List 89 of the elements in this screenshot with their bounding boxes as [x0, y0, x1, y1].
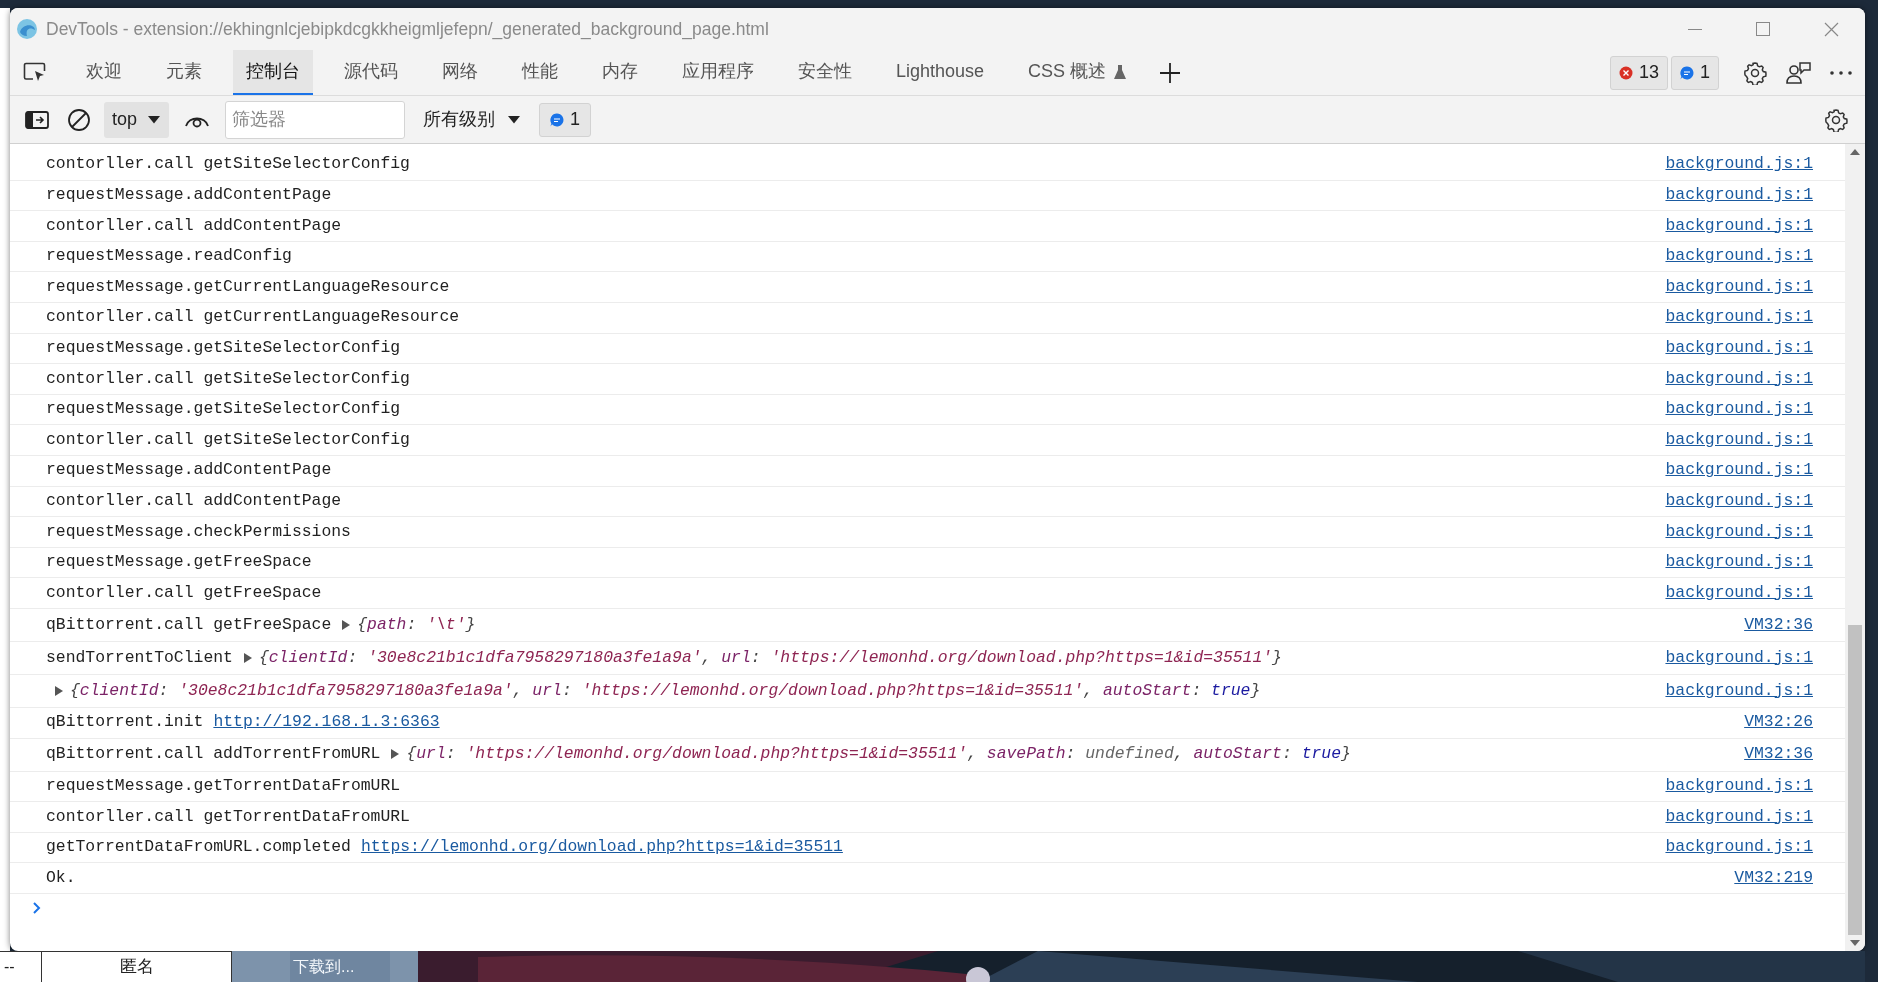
- tab[interactable]: 控制台: [233, 50, 313, 95]
- tab[interactable]: CSS 概述: [1015, 50, 1140, 95]
- source-link[interactable]: background.js:1: [1665, 489, 1813, 514]
- tab[interactable]: 安全性: [785, 50, 865, 95]
- source-link[interactable]: background.js:1: [1665, 183, 1813, 208]
- levels-dropdown[interactable]: 所有级别: [413, 101, 532, 138]
- log-message: contorller.call getSiteSelectorConfig: [46, 367, 410, 390]
- filter-field[interactable]: 筛选器: [225, 100, 406, 139]
- scroll-down-icon[interactable]: [1849, 939, 1861, 947]
- source-link[interactable]: background.js:1: [1665, 397, 1813, 422]
- table-cell: --: [0, 951, 42, 982]
- errors-badge[interactable]: 13: [1609, 55, 1668, 90]
- flask-icon: [1114, 63, 1127, 80]
- expand-icon[interactable]: [242, 651, 253, 664]
- log-message: requestMessage.getTorrentDataFromURL: [46, 775, 401, 797]
- context-dropdown[interactable]: top: [104, 101, 170, 138]
- tab[interactable]: 内存: [589, 50, 651, 95]
- maximize-icon[interactable]: [1756, 22, 1770, 36]
- source-link[interactable]: background.js:1: [1665, 645, 1813, 671]
- scroll-up-icon[interactable]: [1849, 148, 1861, 156]
- log-message: contorller.call addContentPage: [46, 214, 342, 237]
- source-link[interactable]: VM32:36: [1744, 742, 1813, 767]
- source-link[interactable]: VM32:36: [1744, 612, 1813, 638]
- caret-icon: [507, 115, 522, 124]
- source-link[interactable]: background.js:1: [1665, 678, 1813, 704]
- source-link[interactable]: background.js:1: [1665, 804, 1813, 830]
- source-link[interactable]: background.js:1: [1665, 580, 1813, 606]
- messages-badge[interactable]: 1: [539, 102, 592, 137]
- source-link[interactable]: background.js:1: [1665, 152, 1813, 178]
- log-message: requestMessage.getCurrentLanguageResource: [46, 275, 450, 298]
- log-message: requestMessage.checkPermissions: [46, 520, 351, 543]
- log-message: qBittorrent.call getFreeSpace: [46, 613, 332, 636]
- source-link[interactable]: background.js:1: [1665, 458, 1813, 484]
- tab[interactable]: 性能: [509, 50, 571, 95]
- window-title: DevTools - extension://ekhingnlcjebipkdcgkkheigmljefepn/_generated_background_page.html: [46, 17, 769, 42]
- source-link[interactable]: background.js:1: [1665, 550, 1813, 575]
- log-message: contorller.call getSiteSelectorConfig: [46, 428, 410, 451]
- log-message: getTorrentDataFromURL.completed: [46, 836, 351, 859]
- log-message: contorller.call getCurrentLanguageResource: [46, 306, 460, 329]
- source-link[interactable]: background.js:1: [1665, 427, 1813, 453]
- log-message: contorller.call addContentPage: [46, 490, 342, 512]
- log-message: sendTorrentToClient: [46, 646, 233, 669]
- source-link[interactable]: background.js:1: [1665, 519, 1813, 545]
- log-message: Ok.: [46, 866, 76, 889]
- close-icon[interactable]: [1823, 21, 1839, 37]
- link[interactable]: http://192.168.1.3:6363: [213, 710, 440, 735]
- log-message: contorller.call getSiteSelectorConfig: [46, 153, 410, 176]
- tab[interactable]: 网络: [429, 50, 491, 95]
- log-message: contorller.call getFreeSpace: [46, 581, 322, 604]
- object-preview: {url: 'https://lemonhd.org/download.php?https=1&id=35511', savePath: undefined, autoStart: true}: [406, 743, 1351, 766]
- link[interactable]: https://lemonhd.org/download.php?https=1&id=35511: [360, 835, 843, 860]
- object-preview: {clientId: '30e8c21b1c1dfa7958297180a3fe1a9a', url: 'https://lemonhd.org/download.php?https=1&id=35511'}: [258, 646, 1282, 669]
- scrollbar[interactable]: [1845, 144, 1865, 951]
- expand-icon[interactable]: [54, 684, 64, 697]
- expand-icon[interactable]: [341, 618, 352, 631]
- object-preview: {path: '\t'}: [357, 613, 476, 636]
- log-message: requestMessage.addContentPage: [46, 184, 332, 207]
- log-message: requestMessage.readConfig: [46, 245, 292, 268]
- source-link[interactable]: background.js:1: [1665, 336, 1813, 361]
- source-link[interactable]: background.js:1: [1665, 274, 1813, 300]
- object-preview: {clientId: '30e8c21b1c1dfa7958297180a3fe1a9a', url: 'https://lemonhd.org/download.php?https=1&id=35511', autoStart: true}: [70, 679, 1261, 702]
- log-message: qBittorrent.call addTorrentFromURL: [46, 743, 381, 766]
- source-link[interactable]: background.js:1: [1665, 366, 1813, 392]
- source-link[interactable]: background.js:1: [1665, 213, 1813, 239]
- source-link[interactable]: background.js:1: [1665, 835, 1813, 860]
- tab[interactable]: Lighthouse: [883, 50, 998, 95]
- expand-icon[interactable]: [390, 748, 401, 761]
- source-link[interactable]: background.js:1: [1665, 774, 1813, 799]
- log-message: requestMessage.getSiteSelectorConfig: [46, 337, 401, 360]
- log-message: requestMessage.addContentPage: [46, 459, 332, 482]
- minimize-icon[interactable]: [1688, 28, 1702, 30]
- table-cell: 匿名: [42, 951, 232, 982]
- source-link[interactable]: VM32:219: [1734, 865, 1813, 891]
- tab[interactable]: 元素: [153, 50, 215, 95]
- app-icon: [16, 18, 38, 40]
- log-message: requestMessage.getFreeSpace: [46, 551, 312, 574]
- caret-icon: [147, 115, 162, 124]
- source-link[interactable]: VM32:26: [1744, 710, 1813, 735]
- log-message: requestMessage.getSiteSelectorConfig: [46, 398, 401, 421]
- tab[interactable]: 应用程序: [669, 50, 767, 95]
- download-button[interactable]: 下载到...: [290, 951, 390, 982]
- source-link[interactable]: background.js:1: [1665, 305, 1813, 331]
- tab[interactable]: 源代码: [331, 50, 411, 95]
- source-link[interactable]: background.js:1: [1665, 244, 1813, 269]
- log-message: qBittorrent.init: [46, 711, 204, 734]
- prompt-icon: [32, 900, 42, 915]
- messages-badge[interactable]: 1: [1671, 55, 1719, 90]
- log-message: contorller.call getTorrentDataFromURL: [46, 805, 410, 828]
- tab[interactable]: 欢迎: [73, 50, 135, 95]
